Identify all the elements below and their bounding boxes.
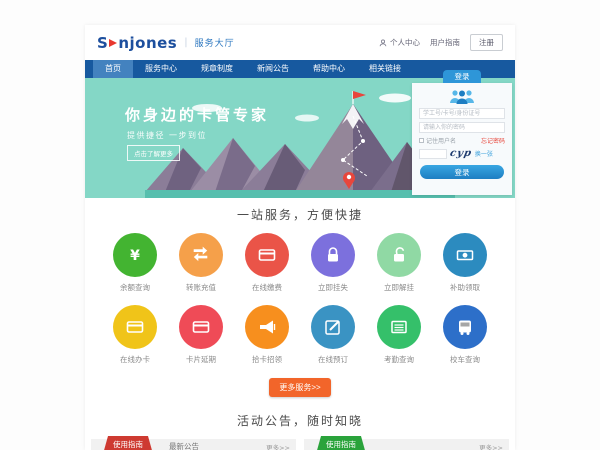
personal-center-label: 个人中心 (390, 37, 420, 48)
service-label: 在线缴费 (239, 282, 295, 293)
service-online-booking[interactable]: 在线预订 (305, 305, 361, 365)
service-balance-inquiry[interactable]: ¥ 余额查询 (107, 233, 163, 293)
service-label: 校车查询 (437, 354, 493, 365)
service-online-payment[interactable]: 在线缴费 (239, 233, 295, 293)
bus-icon (443, 305, 487, 349)
logo: S njones | 服务大厅 (97, 34, 235, 52)
unlock-icon (377, 233, 421, 277)
more-link[interactable]: 更多>> (266, 442, 290, 450)
yuan-icon: ¥ (113, 233, 157, 277)
credit-card-icon (113, 305, 157, 349)
captcha-refresh-link[interactable]: 换一张 (475, 149, 493, 158)
user-guide-label: 用户指南 (430, 37, 460, 48)
captcha-image: cyp (449, 148, 473, 159)
service-attendance-inquiry[interactable]: 考勤查询 (371, 305, 427, 365)
latest-announcements-tab[interactable]: 最新公告 (169, 441, 199, 450)
nav-item-help-center[interactable]: 帮助中心 (301, 60, 357, 78)
guide-panel-left: 使用指南 最新公告 更多>> (91, 439, 296, 450)
edit-icon (311, 305, 355, 349)
site-subtitle: 服务大厅 (195, 36, 235, 49)
remember-row: 记住用户名 忘记密码 (419, 136, 505, 145)
services-section: 一站服务，方便快捷 ¥ 余额查询 转账充值 (85, 198, 515, 397)
service-label: 在线办卡 (107, 354, 163, 365)
header: S njones | 服务大厅 个人中心 用户指南 注册 (85, 25, 515, 60)
service-label: 补助领取 (437, 282, 493, 293)
username-input[interactable] (419, 108, 505, 119)
login-panel: 登录 记住用户名 忘记密码 cyp 换一张 登录 (412, 83, 512, 195)
panel-header-bar: 使用指南 最新公告 更多>> (91, 439, 296, 450)
services-row-2: 在线办卡 卡片延期 拾卡招领 (85, 305, 515, 365)
mountain-illustration (145, 86, 455, 198)
user-guide-link[interactable]: 用户指南 (430, 37, 460, 48)
captcha-input[interactable] (419, 149, 447, 159)
service-label: 考勤查询 (371, 354, 427, 365)
services-row-1: ¥ 余额查询 转账充值 在线缴费 (85, 233, 515, 293)
list-icon (377, 305, 421, 349)
more-link[interactable]: 更多>> (479, 442, 503, 450)
announcements-section: 活动公告，随时知晓 使用指南 最新公告 更多>> 使用指南 更多>> (85, 412, 515, 450)
logo-arrow-icon (109, 39, 117, 47)
service-label: 拾卡招领 (239, 354, 295, 365)
screenshot-canvas: S njones | 服务大厅 个人中心 用户指南 注册 首页 服务中心 (0, 0, 600, 450)
megaphone-icon (245, 305, 289, 349)
captcha-row: cyp 换一张 (419, 148, 505, 159)
nav-item-links[interactable]: 相关链接 (357, 60, 413, 78)
forgot-password-link[interactable]: 忘记密码 (481, 136, 505, 145)
service-report-loss[interactable]: 立即挂失 (305, 233, 361, 293)
user-icon (379, 39, 387, 47)
hero-title: 你身边的卡管专家 (125, 104, 269, 125)
remember-checkbox[interactable] (419, 138, 424, 143)
header-links: 个人中心 用户指南 注册 (379, 34, 503, 51)
service-subsidy-collect[interactable]: 补助领取 (437, 233, 493, 293)
login-submit-button[interactable]: 登录 (420, 165, 504, 179)
service-online-card[interactable]: 在线办卡 (107, 305, 163, 365)
hero-subtitle: 提供捷径 一步到位 (127, 130, 207, 141)
logo-text: njones (118, 34, 177, 52)
password-input[interactable] (419, 122, 505, 133)
nav-item-home[interactable]: 首页 (93, 60, 133, 78)
service-card-extension[interactable]: 卡片延期 (173, 305, 229, 365)
service-label: 立即解挂 (371, 282, 427, 293)
service-found-card[interactable]: 拾卡招领 (239, 305, 295, 365)
service-label: 卡片延期 (173, 354, 229, 365)
credit-card-icon (245, 233, 289, 277)
portal-page: S njones | 服务大厅 个人中心 用户指南 注册 首页 服务中心 (85, 25, 515, 450)
more-services-button[interactable]: 更多服务>> (269, 378, 330, 397)
services-title: 一站服务，方便快捷 (85, 206, 515, 223)
transfer-arrows-icon (179, 233, 223, 277)
panel-header-bar: 使用指南 更多>> (304, 439, 509, 450)
hero-cta-button[interactable]: 点击了解更多 (127, 145, 180, 161)
service-label: 转账充值 (173, 282, 229, 293)
announcements-title: 活动公告，随时知晓 (85, 412, 515, 429)
remember-label: 记住用户名 (426, 136, 456, 145)
banknote-icon (443, 233, 487, 277)
logo-divider: | (184, 37, 187, 48)
users-group-icon (412, 89, 512, 105)
nav-item-rules[interactable]: 规章制度 (189, 60, 245, 78)
personal-center-link[interactable]: 个人中心 (379, 37, 420, 48)
usage-guide-tab[interactable]: 使用指南 (316, 436, 366, 450)
service-label: 在线预订 (305, 354, 361, 365)
credit-card-icon (179, 305, 223, 349)
service-cancel-loss[interactable]: 立即解挂 (371, 233, 427, 293)
service-label: 余额查询 (107, 282, 163, 293)
lock-icon (311, 233, 355, 277)
login-tab[interactable]: 登录 (443, 70, 481, 83)
service-transfer-recharge[interactable]: 转账充值 (173, 233, 229, 293)
nav-item-news[interactable]: 新闻公告 (245, 60, 301, 78)
logo-text: S (97, 34, 108, 52)
register-button[interactable]: 注册 (470, 34, 503, 51)
svg-text:¥: ¥ (130, 248, 140, 264)
announcement-panels: 使用指南 最新公告 更多>> 使用指南 更多>> (85, 439, 515, 450)
usage-guide-tab[interactable]: 使用指南 (103, 436, 153, 450)
guide-panel-right: 使用指南 更多>> (304, 439, 509, 450)
nav-item-service-center[interactable]: 服务中心 (133, 60, 189, 78)
service-bus-inquiry[interactable]: 校车查询 (437, 305, 493, 365)
service-label: 立即挂失 (305, 282, 361, 293)
